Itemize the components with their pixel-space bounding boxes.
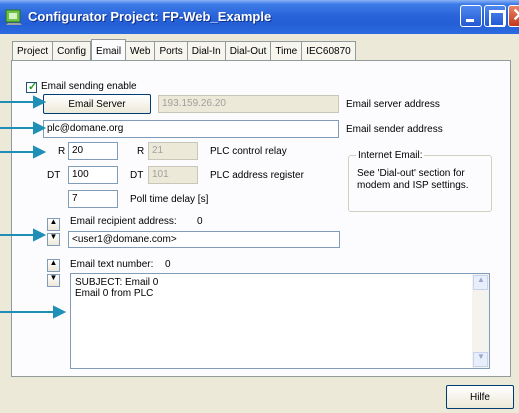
callout-arrow-recipient: [0, 228, 47, 242]
callout-arrow-relay: [0, 145, 47, 159]
callout-arrow-text: [0, 305, 67, 319]
callout-arrow-server: [0, 95, 47, 109]
configurator-window: Configurator Project: FP-Web_Example ✕ P…: [0, 0, 519, 413]
callout-arrow-sender: [0, 121, 47, 135]
callout-arrows: [0, 95, 67, 319]
